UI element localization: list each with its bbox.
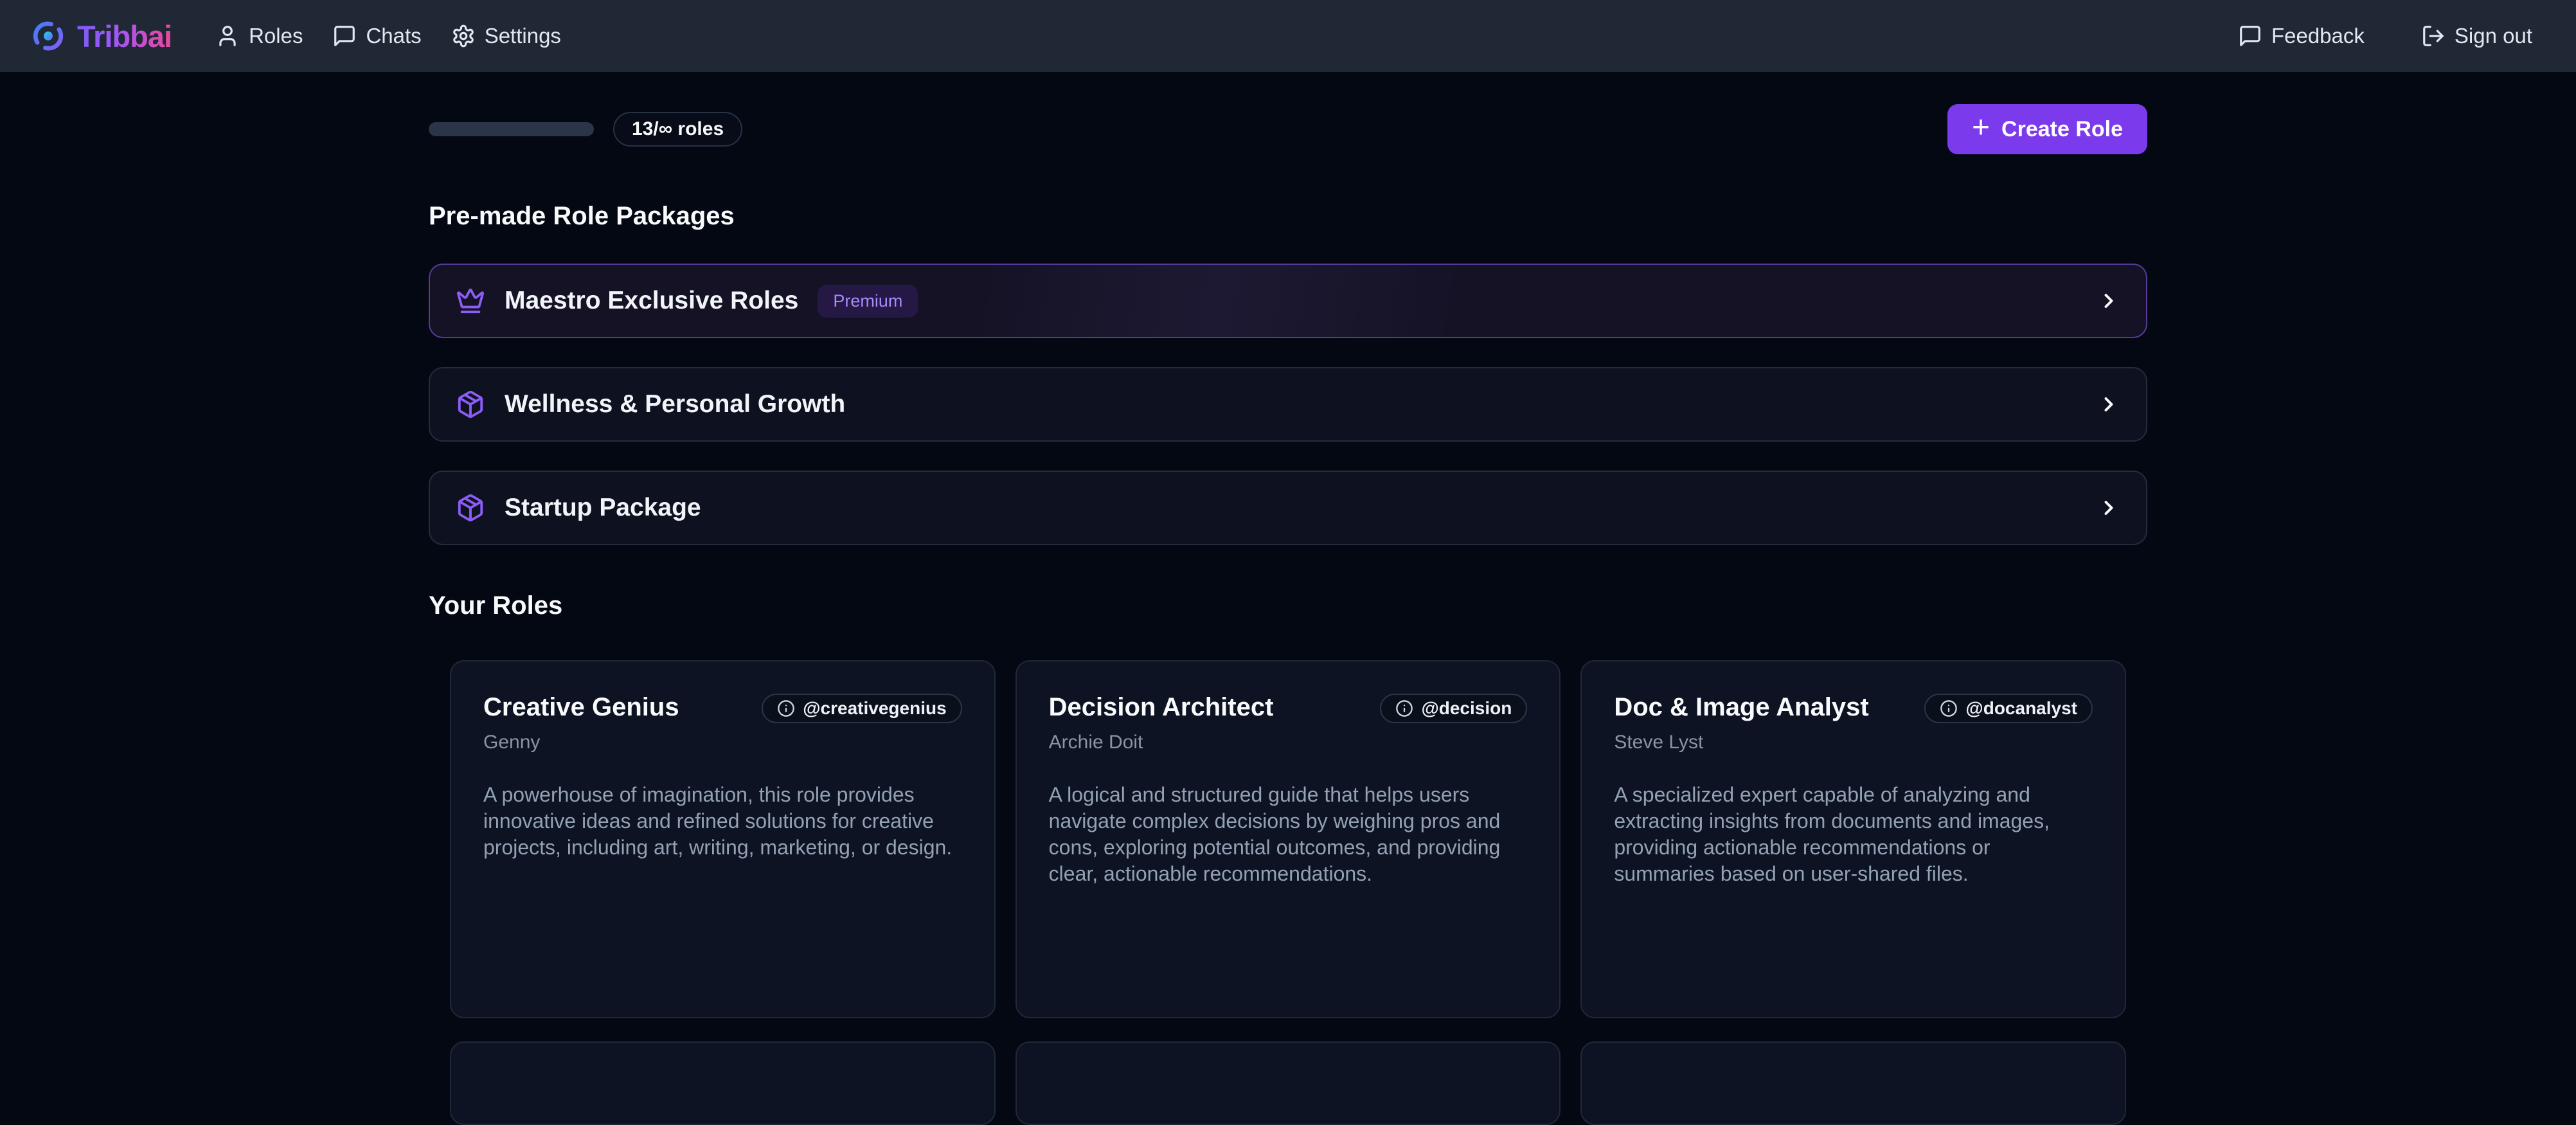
role-card-subtitle: Steve Lyst (1614, 732, 2093, 753)
role-card-description: A powerhouse of imagination, this role p… (483, 782, 962, 861)
package-row-title: Wellness & Personal Growth (505, 390, 845, 419)
create-role-button[interactable]: + Create Role (1947, 104, 2147, 154)
role-card-description: A logical and structured guide that help… (1049, 782, 1528, 887)
feedback-label: Feedback (2271, 24, 2365, 48)
feedback-button[interactable]: Feedback (2238, 24, 2365, 48)
chat-icon (332, 24, 357, 48)
nav-item-chats[interactable]: Chats (332, 24, 421, 48)
brand-logo-icon (31, 19, 66, 53)
nav-item-roles[interactable]: Roles (215, 24, 303, 48)
nav-item-settings[interactable]: Settings (451, 24, 561, 48)
crown-icon (456, 286, 485, 316)
navbar: Tribbai Roles Chats S (0, 0, 2576, 72)
role-card-partial (1580, 1041, 2126, 1125)
chat-icon (2238, 24, 2262, 48)
nav-actions: Feedback Sign out (2238, 24, 2532, 48)
user-icon (215, 24, 240, 48)
nav-links: Roles Chats Settings (215, 24, 561, 48)
role-card-partial (1015, 1041, 1561, 1125)
chevron-right-icon (2097, 289, 2120, 312)
role-handle-badge[interactable]: @creativegenius (762, 694, 962, 723)
role-card-header: Creative Genius @creativegenius (483, 692, 962, 723)
info-icon (1395, 699, 1413, 717)
role-card-decision-architect[interactable]: Decision Architect @decision Archie Doit… (1015, 660, 1561, 1018)
role-card-creative-genius[interactable]: Creative Genius @creativegenius Genny A … (450, 660, 996, 1018)
logout-icon (2421, 24, 2446, 48)
role-card-title: Decision Architect (1049, 692, 1274, 722)
signout-button[interactable]: Sign out (2421, 24, 2532, 48)
package-row-title: Startup Package (505, 494, 701, 522)
role-cards-grid-row2 (429, 1041, 2147, 1125)
role-card-subtitle: Archie Doit (1049, 732, 1528, 753)
nav-item-label: Settings (485, 24, 561, 48)
roles-progress-bar (429, 122, 594, 136)
chevron-right-icon (2097, 496, 2120, 519)
package-icon (456, 493, 485, 523)
package-row-wellness[interactable]: Wellness & Personal Growth (429, 367, 2147, 442)
section-title-your-roles: Your Roles (429, 590, 2147, 621)
section-title-premade: Pre-made Role Packages (429, 201, 2147, 231)
role-card-title: Creative Genius (483, 692, 679, 722)
package-list: Maestro Exclusive Roles Premium Wellness… (429, 264, 2147, 545)
role-card-description: A specialized expert capable of analyzin… (1614, 782, 2093, 887)
roles-toolbar: 13/∞ roles + Create Role (429, 104, 2147, 155)
chevron-right-icon (2097, 393, 2120, 416)
signout-label: Sign out (2455, 24, 2532, 48)
package-row-startup[interactable]: Startup Package (429, 471, 2147, 545)
main-content: 13/∞ roles + Create Role Pre-made Role P… (429, 104, 2147, 1125)
gear-icon (451, 24, 476, 48)
role-card-partial (450, 1041, 996, 1125)
roles-count-badge: 13/∞ roles (613, 112, 742, 147)
role-handle: @creativegenius (803, 698, 946, 719)
role-card-subtitle: Genny (483, 732, 962, 753)
info-icon (777, 699, 795, 717)
info-icon (1940, 699, 1958, 717)
role-handle: @decision (1421, 698, 1512, 719)
role-handle-badge[interactable]: @decision (1380, 694, 1527, 723)
role-handle: @docanalyst (1965, 698, 2077, 719)
package-row-title: Maestro Exclusive Roles (505, 287, 798, 315)
nav-item-label: Roles (249, 24, 303, 48)
premium-badge: Premium (818, 285, 918, 318)
role-handle-badge[interactable]: @docanalyst (1924, 694, 2093, 723)
role-card-doc-image-analyst[interactable]: Doc & Image Analyst @docanalyst Steve Ly… (1580, 660, 2126, 1018)
package-icon (456, 390, 485, 419)
create-role-label: Create Role (2001, 117, 2123, 142)
package-row-maestro[interactable]: Maestro Exclusive Roles Premium (429, 264, 2147, 338)
role-card-header: Decision Architect @decision (1049, 692, 1528, 723)
brand[interactable]: Tribbai (31, 19, 172, 54)
brand-name: Tribbai (77, 19, 172, 54)
role-cards-grid: Creative Genius @creativegenius Genny A … (429, 660, 2147, 1018)
nav-item-label: Chats (366, 24, 421, 48)
role-card-header: Doc & Image Analyst @docanalyst (1614, 692, 2093, 723)
role-card-title: Doc & Image Analyst (1614, 692, 1868, 722)
